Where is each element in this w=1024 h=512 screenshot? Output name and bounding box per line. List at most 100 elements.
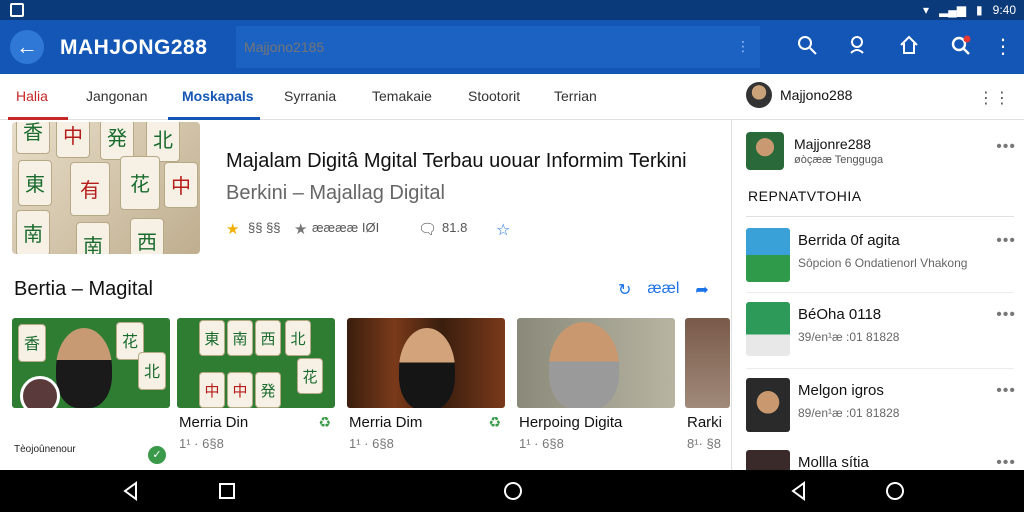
card-date: 8¹· §8 — [687, 436, 721, 451]
card-date: 1¹ · 6§8 — [519, 436, 564, 451]
sidebar-list-item[interactable]: Melgon igros 89/en¹æ :01 81828 ••• — [746, 378, 1016, 434]
home-icon[interactable] — [896, 34, 922, 60]
item-title: Melgon igros — [798, 382, 884, 399]
featured-image[interactable]: 香 中 発 北 東 有 花 中 南 南 西 — [12, 122, 200, 254]
avatar — [746, 132, 784, 170]
featured-headline[interactable]: Majalam Digitâ Mgital Terbau uouar Infor… — [226, 150, 726, 173]
mahjong-tile: 香 — [16, 122, 50, 154]
profile-chip[interactable]: Majjono288 — [746, 82, 852, 108]
verified-badge-icon: ✓ — [148, 446, 166, 464]
search-box[interactable]: ⋮ — [236, 26, 760, 68]
more-dots-icon[interactable]: ••• — [996, 138, 1016, 156]
back-arrow-icon[interactable]: ← — [10, 30, 44, 64]
mahjong-tile: 東 — [199, 320, 225, 356]
mahjong-tile: 西 — [130, 218, 164, 254]
news-card[interactable]: 香 花 北 Tèojoûnenour ✓ — [12, 318, 170, 468]
search-drag-handle-icon: ⋮ — [736, 38, 750, 54]
mahjong-tile: 東 — [18, 160, 52, 206]
section-action-label[interactable]: ææl — [647, 280, 679, 300]
card-title: Rarki — [687, 414, 723, 431]
divider — [746, 292, 1014, 293]
item-subtitle: 39/en¹æ :01 81828 — [798, 330, 900, 344]
tab-syrrania[interactable]: Syrrania — [284, 88, 336, 104]
mahjong-tile: 西 — [255, 320, 281, 356]
tab-moskapals[interactable]: Moskapals — [182, 88, 254, 104]
main-content: 香 中 発 北 東 有 花 中 南 南 西 Majalam Digitâ Mgi… — [0, 120, 730, 470]
mahjong-tile: 中 — [56, 122, 90, 158]
sidebar-profile[interactable]: Majjonre288 øòçææ Tengguga ••• — [746, 130, 1016, 170]
bookmark-star-icon[interactable]: ☆ — [496, 220, 510, 240]
sidebar-list-item[interactable]: Mollla sítia ••• — [746, 450, 1016, 470]
overflow-menu-icon[interactable]: ⋮ — [990, 34, 1016, 60]
grid-menu-icon[interactable]: ⋮⋮ — [978, 88, 1010, 108]
more-dots-icon[interactable]: ••• — [996, 382, 1016, 400]
card-date: 1¹ · 6§8 — [349, 436, 394, 451]
comment-icon[interactable]: 🗨 — [418, 220, 437, 238]
item-thumbnail — [746, 228, 790, 282]
mahjong-tile: 中 — [199, 372, 225, 408]
sidebar: Majjonre288 øòçææ Tengguga ••• REPNATVTO… — [731, 120, 1024, 470]
news-card[interactable]: Rarki 8¹· §8 — [685, 318, 730, 468]
featured-subhead: Berkini – Majallag Digital — [226, 182, 445, 204]
location-pin-icon[interactable] — [844, 34, 870, 60]
card-thumbnail — [517, 318, 675, 408]
comment-count: 81.8 — [442, 220, 468, 235]
mahjong-tile: 南 — [76, 222, 110, 254]
status-time: 9:40 — [992, 3, 1016, 17]
search-input[interactable] — [244, 36, 724, 58]
share-arrow-icon[interactable]: ➦ — [695, 280, 708, 300]
news-card[interactable]: 東 南 西 北 中 中 発 花 Merria Din ♻ 1¹ · 6§8 — [177, 318, 335, 468]
news-card[interactable]: Merria Dim ♻ 1¹ · 6§8 — [347, 318, 505, 468]
section-title: Bertia – Magital — [14, 278, 153, 300]
mahjong-tile: 南 — [16, 210, 50, 254]
tab-jangonan[interactable]: Jangonan — [86, 88, 148, 104]
sidebar-profile-name: Majjonre288 — [794, 136, 872, 152]
mahjong-tile: 北 — [285, 320, 311, 356]
wifi-icon: ▾ — [923, 3, 930, 17]
tab-halia[interactable]: Halia — [16, 88, 48, 104]
card-thumbnail: 東 南 西 北 中 中 発 花 — [177, 318, 335, 408]
nav-back-icon[interactable] — [120, 480, 142, 502]
card-thumbnail: 香 花 北 — [12, 318, 170, 408]
more-dots-icon[interactable]: ••• — [996, 306, 1016, 324]
news-card[interactable]: Herpoing Digita 1¹ · 6§8 — [517, 318, 675, 468]
mahjong-tile: 北 — [138, 352, 166, 390]
sidebar-list-item[interactable]: Berrida 0f agita Sôpcion 6 Ondatienorl V… — [746, 228, 1016, 284]
person-figure — [399, 328, 455, 408]
nav-recents-icon[interactable] — [216, 480, 238, 502]
mahjong-tile: 花 — [120, 156, 160, 210]
person-figure — [549, 322, 619, 408]
star-icon: ★ — [226, 221, 240, 238]
recycle-badge-icon: ♻ — [318, 414, 331, 430]
nav-home-icon[interactable] — [502, 480, 524, 502]
tab-terrian[interactable]: Terrian — [554, 88, 597, 104]
person-figure — [56, 328, 112, 408]
profile-name: Majjono288 — [780, 87, 853, 103]
notification-search-icon[interactable] — [948, 34, 974, 60]
mahjong-tile: 発 — [255, 372, 281, 408]
nav-back-secondary-icon[interactable] — [788, 480, 810, 502]
more-dots-icon[interactable]: ••• — [996, 454, 1016, 470]
nav-home-secondary-icon[interactable] — [884, 480, 906, 502]
mahjong-tile: 花 — [297, 358, 323, 394]
rating-text: §§ §§ — [248, 220, 281, 235]
refresh-icon[interactable]: ↻ — [618, 280, 631, 300]
tab-temakaie[interactable]: Temakaie — [372, 88, 432, 104]
card-date: 1¹ · 6§8 — [179, 436, 224, 451]
item-title: Mollla sítia — [798, 454, 869, 470]
mahjong-tile: 発 — [100, 122, 134, 160]
signal-icon: ▂▄▆ — [939, 3, 967, 17]
card-title: Merria Din — [179, 414, 249, 431]
tab-bar: Halia Jangonan Moskapals Syrrania Temaka… — [0, 74, 1024, 120]
app-bar: ← MAHJONG288 ⋮ ⋮ — [0, 20, 1024, 74]
search-icon[interactable] — [794, 34, 820, 60]
more-dots-icon[interactable]: ••• — [996, 232, 1016, 250]
item-thumbnail — [746, 378, 790, 432]
card-title: Merria Dim — [349, 414, 423, 431]
card-thumbnail — [685, 318, 730, 408]
sidebar-list-item[interactable]: BéOha 0118 39/en¹æ :01 81828 ••• — [746, 302, 1016, 358]
recycle-badge-icon: ♻ — [488, 414, 501, 430]
mahjong-tile: 中 — [164, 162, 198, 208]
sidebar-profile-sub: øòçææ Tengguga — [794, 154, 884, 166]
tab-stootorit[interactable]: Stootorit — [468, 88, 520, 104]
